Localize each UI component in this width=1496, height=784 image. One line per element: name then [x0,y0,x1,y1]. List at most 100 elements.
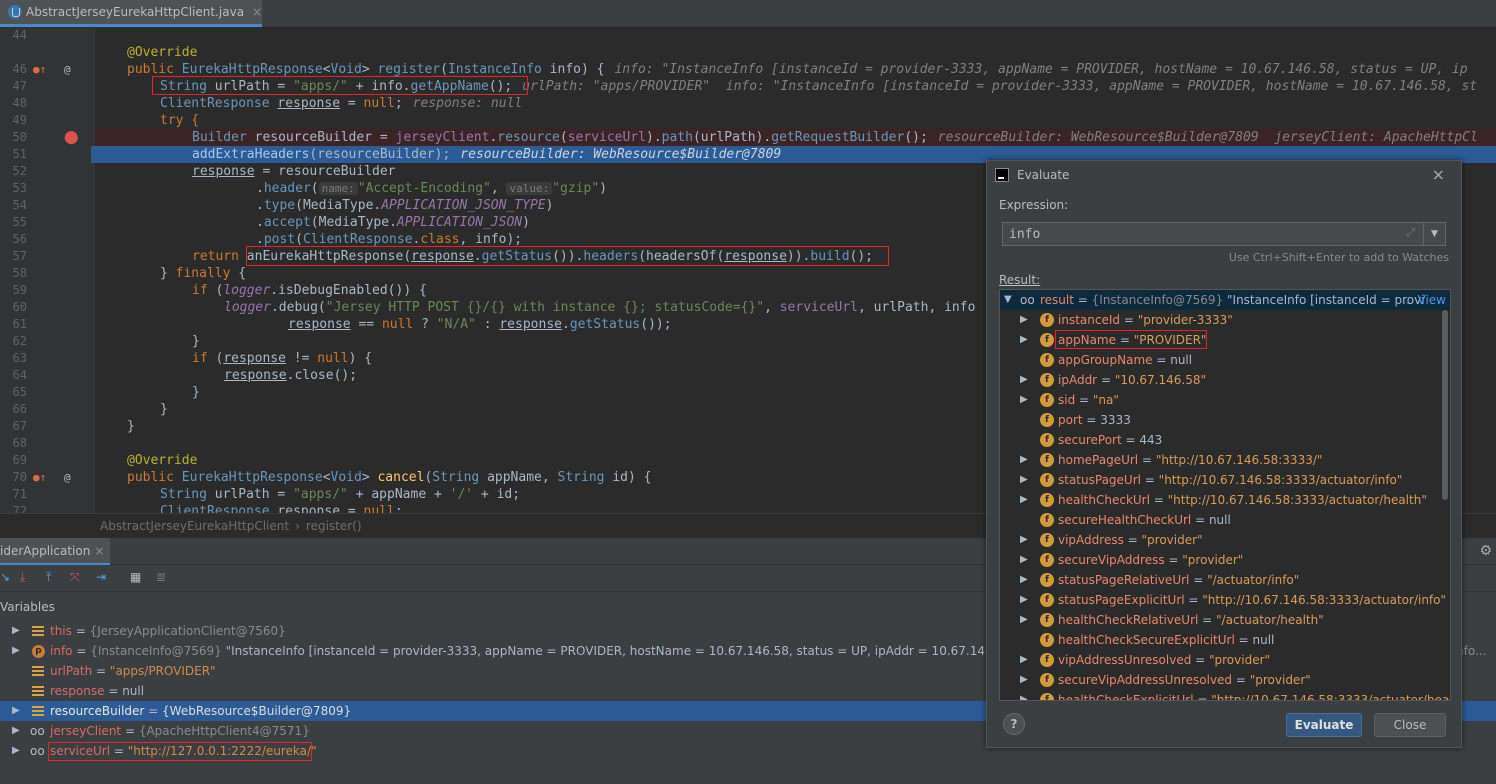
result-field-row[interactable]: f securePort = 443 [1000,430,1450,450]
variable-name: this [50,624,72,638]
expand-arrow-icon[interactable]: ▶ [1020,370,1028,390]
result-field-name: ipAddr [1058,373,1098,387]
evaluate-button[interactable]: Evaluate [1286,713,1362,737]
expand-arrow-icon[interactable]: ▶ [1020,450,1028,470]
scrollbar[interactable] [1442,310,1448,500]
code-line[interactable]: try { [95,112,1496,129]
code-line[interactable]: ClientResponse response = null; response:… [95,95,1496,112]
expand-arrow-icon[interactable]: ▶ [12,721,20,741]
result-field-row[interactable]: ▶ f secureVipAddress = "provider" [1000,550,1450,570]
code-token: finally [175,266,231,281]
code-token: } [192,385,200,400]
result-tree[interactable]: ▼ oo result = {InstanceInfo@7569} "Insta… [999,289,1451,701]
step-over-icon[interactable]: ↘ [0,570,10,584]
result-field-row[interactable]: ▶ f statusPageUrl = "http://10.67.146.58:3… [1000,470,1450,490]
chevron-down-icon[interactable]: ▼ [1423,223,1445,245]
field-icon: f [1040,633,1054,647]
result-field-row[interactable]: ▶ f vipAddressUnresolved = "provider" [1000,650,1450,670]
code-token: logger [224,300,271,315]
code-annotation: @Override [127,453,198,468]
field-icon: f [1040,553,1054,567]
close-tab-icon[interactable]: × [252,5,262,19]
debug-session-tab[interactable]: iderApplication × [0,538,111,565]
expand-arrow-icon[interactable]: ▶ [1020,530,1028,550]
force-step-icon[interactable]: ⤧ [70,570,80,585]
view-link[interactable]: ... View [1402,290,1446,310]
result-field-name: securePort [1058,433,1122,447]
watch-icon: oo [30,744,45,758]
result-field-row[interactable]: ▶ f statusPageExplicitUrl = "http://10.67.… [1000,590,1450,610]
result-field-row[interactable]: ▶ f homePageUrl = "http://10.67.146.58:333… [1000,450,1450,470]
result-field-row[interactable]: ▶ f sid = "na" [1000,390,1450,410]
expand-icon[interactable]: ⤢ [1406,226,1415,240]
code-token: == [350,317,382,332]
code-token: serviceUrl [567,130,646,145]
result-field-value: "provider" [1182,553,1244,567]
expand-arrow-icon[interactable]: ▶ [1020,470,1028,490]
expand-arrow-icon[interactable]: ▶ [12,621,20,641]
expand-arrow-icon[interactable]: ▶ [1020,590,1028,610]
result-root-row[interactable]: ▼ oo result = {InstanceInfo@7569} "Insta… [1000,290,1450,310]
expression-input[interactable] [1003,223,1423,245]
help-button[interactable]: ? [1003,713,1025,735]
result-field-row[interactable]: ▶ f healthCheckExplicitUrl = "http://10.67… [1000,690,1450,700]
collapse-arrow-icon[interactable]: ▼ [1004,290,1012,310]
result-field-row[interactable]: f port = 3333 [1000,410,1450,430]
override-icon[interactable]: ●↑ [33,469,46,486]
breadcrumb-class[interactable]: AbstractJerseyEurekaHttpClient [100,519,289,533]
result-field-text: healthCheckUrl = "http://10.67.146.58:33… [1058,490,1427,510]
code-line[interactable]: @Override [95,44,1496,61]
expand-arrow-icon[interactable]: ▶ [1020,550,1028,570]
code-token: register [377,62,441,77]
step-into-icon[interactable]: ⤓ [20,570,25,585]
result-field-row[interactable]: ▶ f secureVipAddressUnresolved = "provider… [1000,670,1450,690]
expand-arrow-icon[interactable]: ▶ [1020,490,1028,510]
step-out-icon[interactable]: ⤒ [46,570,51,585]
breadcrumb-method[interactable]: register() [306,519,362,533]
code-token: "Accept-Encoding" [357,181,491,196]
result-field-name: healthCheckRelativeUrl [1058,613,1199,627]
result-field-row[interactable]: ▶ f vipAddress = "provider" [1000,530,1450,550]
breakpoint-icon[interactable]: ⬤ [64,129,79,146]
trace-stream-icon[interactable]: ≣ [156,570,166,584]
override-icon[interactable]: ●↑ [33,61,46,78]
expand-arrow-icon[interactable]: ▶ [1020,650,1028,670]
result-field-row[interactable]: ▶ f healthCheckRelativeUrl = "/actuator/he… [1000,610,1450,630]
result-field-row[interactable]: f secureHealthCheckUrl = null [1000,510,1450,530]
expand-arrow-icon[interactable]: ▶ [12,641,20,661]
code-line-breakpoint[interactable]: Builder resourceBuilder = jerseyClient.r… [95,129,1496,146]
field-icon [32,666,44,676]
expand-arrow-icon[interactable]: ▶ [12,701,20,721]
result-field-row[interactable]: ▶ f instanceId = "provider-3333" [1000,310,1450,330]
evaluate-expression-icon[interactable]: ▦ [130,570,141,584]
field-icon: f [1040,613,1054,627]
run-to-cursor-icon[interactable]: ⇥ [96,570,106,584]
expand-arrow-icon[interactable]: ▶ [1020,670,1028,690]
expand-arrow-icon[interactable]: ▶ [12,741,20,761]
expand-arrow-icon[interactable]: ▶ [1020,390,1028,410]
expand-arrow-icon[interactable]: ▶ [1020,690,1028,700]
expand-arrow-icon[interactable]: ▶ [1020,330,1028,350]
gear-icon[interactable]: ⚙ [1479,543,1492,559]
line-number: 65 [12,385,27,399]
result-field-row[interactable]: ▶ f ipAddr = "10.67.146.58" [1000,370,1450,390]
field-icon [32,626,44,636]
close-icon[interactable]: × [1432,165,1445,184]
result-field-row[interactable]: f appGroupName = null [1000,350,1450,370]
line-number: 44 [12,28,27,42]
result-field-row[interactable]: f healthCheckSecureExplicitUrl = null [1000,630,1450,650]
expand-arrow-icon[interactable]: ▶ [1020,570,1028,590]
parameter-hint: value: [506,182,553,195]
close-button[interactable]: Close [1374,713,1446,737]
result-field-value: "/actuator/health" [1216,613,1324,627]
line-number: 56 [12,232,27,246]
editor-tab[interactable]: AbstractJerseyEurekaHttpClient.java × [0,0,262,27]
code-token: null [317,351,349,366]
result-field-row[interactable]: ▶ f statusPageRelativeUrl = "/actuator/inf… [1000,570,1450,590]
expand-arrow-icon[interactable]: ▶ [1020,310,1028,330]
code-token: ). [646,130,662,145]
expand-arrow-icon[interactable]: ▶ [1020,610,1028,630]
variable-eq: = [144,704,163,718]
result-field-row[interactable]: ▶ f healthCheckUrl = "http://10.67.146.58:… [1000,490,1450,510]
close-session-icon[interactable]: × [94,544,104,558]
